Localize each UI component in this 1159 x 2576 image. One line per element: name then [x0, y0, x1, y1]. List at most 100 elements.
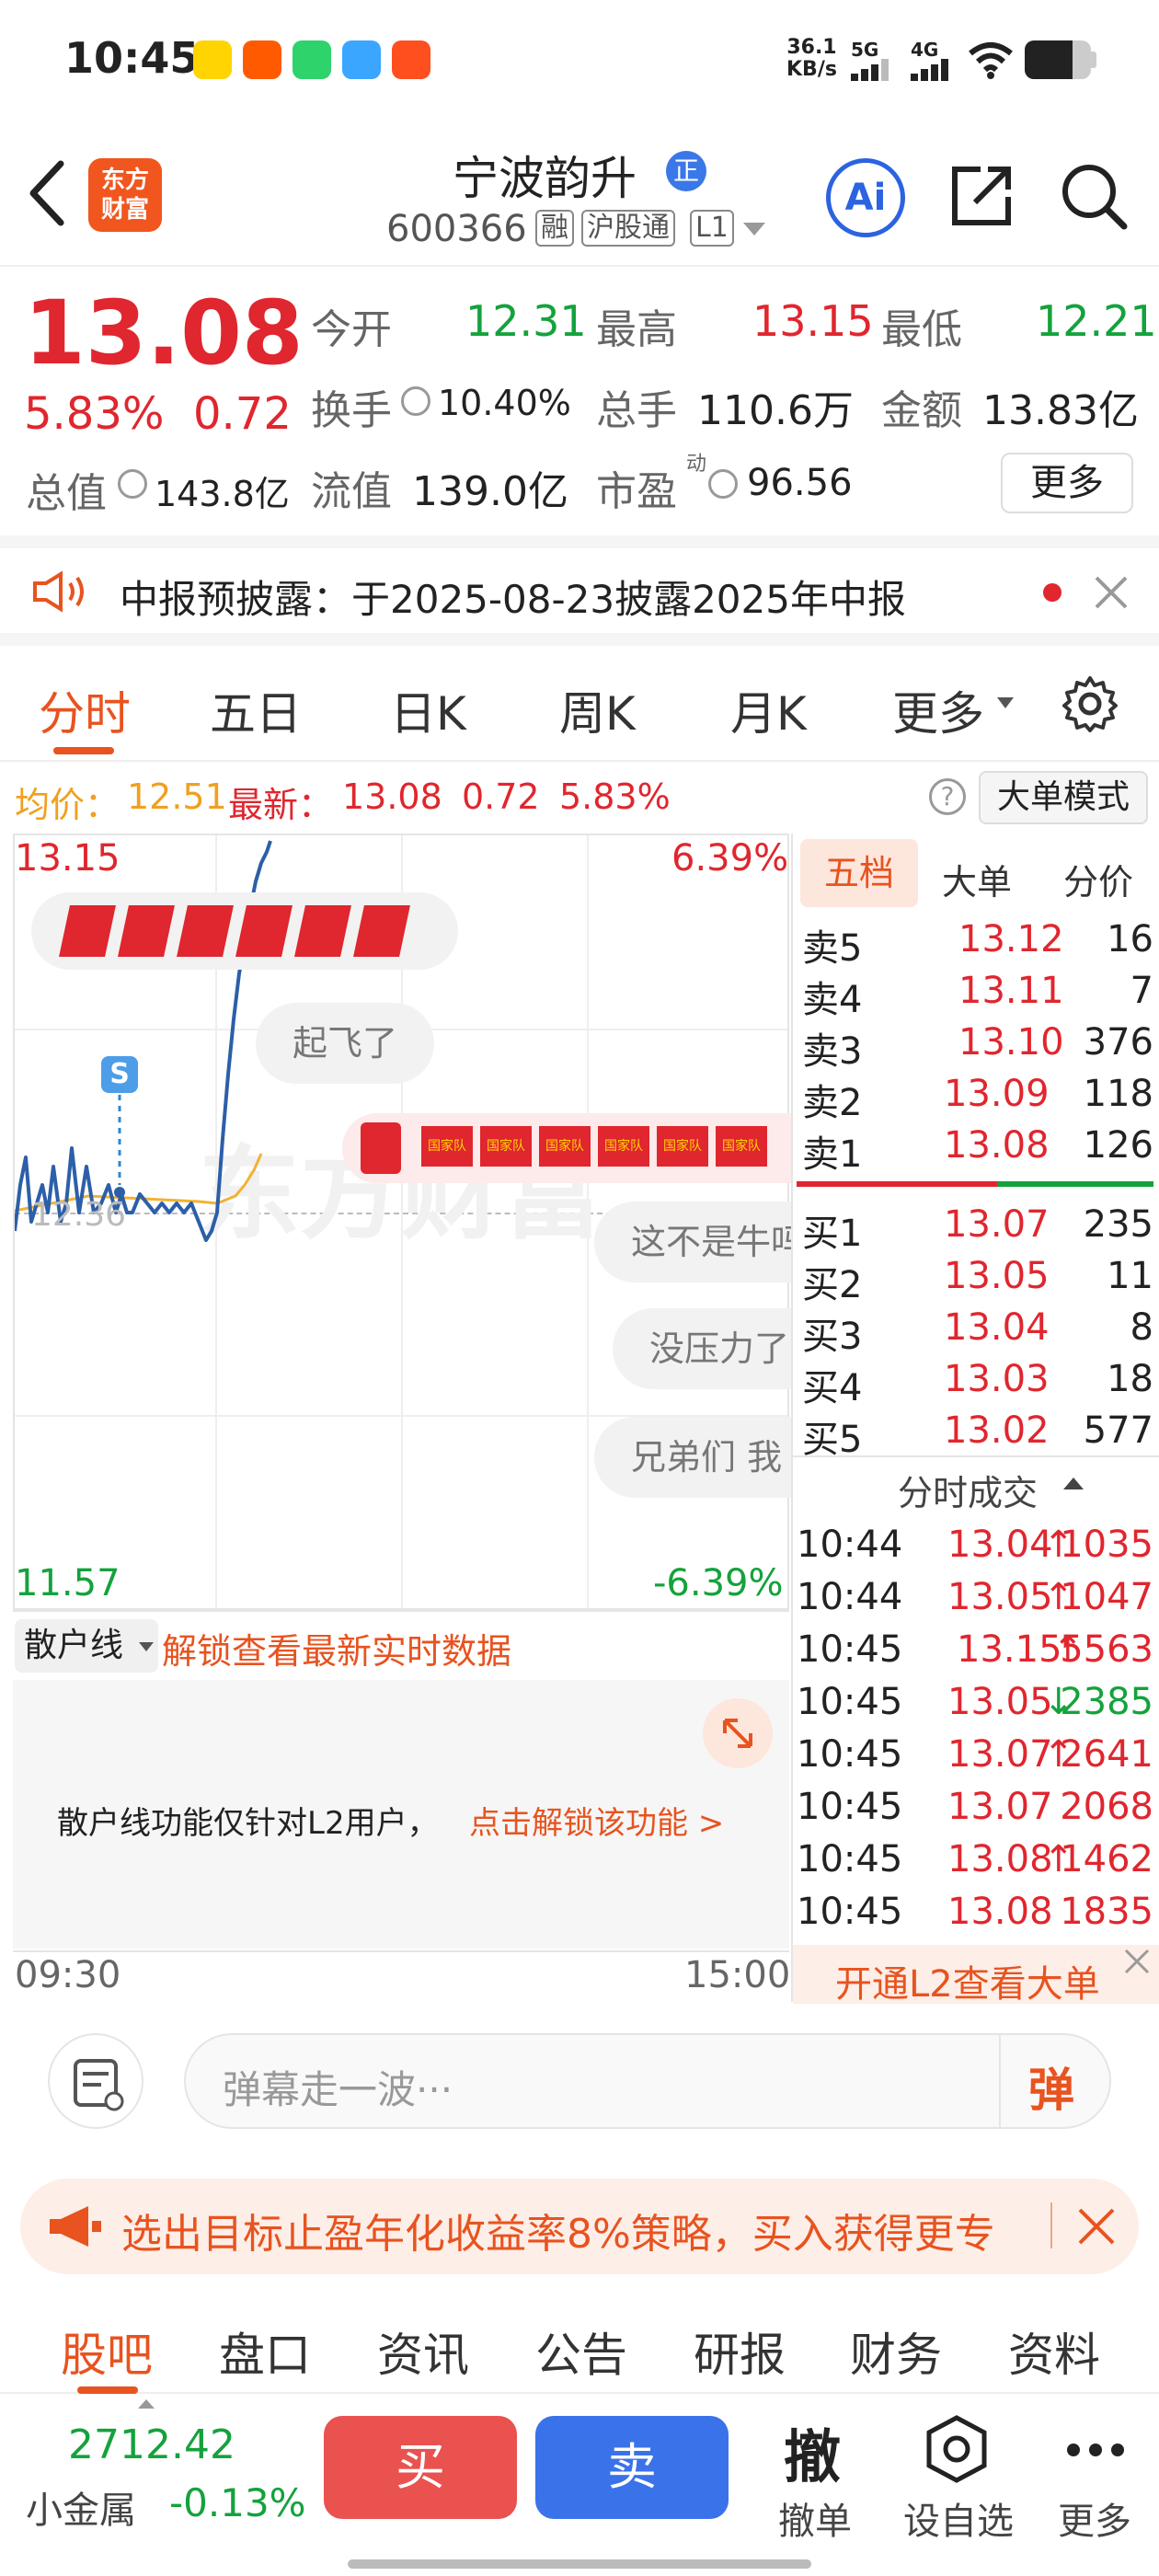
turnover-value: 10.40% — [438, 383, 571, 423]
home-indicator — [348, 2559, 811, 2569]
more-dots-icon[interactable] — [1111, 2444, 1124, 2456]
tab-intraday[interactable]: 分时 — [39, 677, 131, 743]
bid-row-1: 买1 13.07 235 — [797, 1203, 1153, 1255]
tab-news[interactable]: 资讯 — [377, 2318, 469, 2385]
flag-icon — [118, 905, 175, 957]
close-icon[interactable] — [1076, 2206, 1117, 2247]
sector-index-value[interactable]: 2712.42 — [68, 2421, 235, 2468]
tick-volume: 1462 — [1060, 1838, 1153, 1880]
retail-line-select[interactable]: 散户线 — [15, 1619, 158, 1673]
signal-4g-icon — [911, 59, 951, 81]
mcap-label: 总值 — [26, 470, 107, 517]
notice-bar[interactable]: 中报预披露：于2025-08-23披露2025年中报 — [0, 535, 1159, 646]
flag-icon — [177, 905, 234, 957]
danmu-bubble: 兄弟们 我 — [594, 1417, 791, 1498]
select-caret-icon — [139, 1642, 155, 1651]
l2-upgrade-banner[interactable]: 开通L2查看大单 — [793, 1945, 1159, 2006]
sell-button[interactable]: 卖 — [535, 2416, 729, 2519]
tab-research[interactable]: 研报 — [694, 2318, 786, 2385]
danmu-send-button[interactable]: 弹 — [1028, 2053, 1074, 2120]
ask-price: 13.08 — [944, 1124, 1050, 1167]
flag-icon — [353, 905, 410, 957]
tab-more[interactable]: 更多 — [892, 677, 984, 743]
tab-level5[interactable]: 五档 — [800, 839, 918, 907]
cancel-order-icon[interactable]: 撤 — [784, 2410, 841, 2493]
tab-announcements[interactable]: 公告 — [535, 2318, 627, 2385]
national-team-flag-icon: 国家队 — [657, 1126, 708, 1167]
ask-label: 卖3 — [802, 1030, 863, 1073]
tab-large-orders[interactable]: 大单 — [942, 854, 1012, 904]
tab-market-depth[interactable]: 盘口 — [219, 2318, 311, 2385]
danmu-flag-bubble: 国家队 国家队 国家队 国家队 国家队 国家队 — [342, 1113, 791, 1183]
help-icon[interactable]: ? — [929, 778, 966, 815]
notice-text: 中报预披露：于2025-08-23披露2025年中报 — [120, 577, 906, 622]
search-icon[interactable] — [1058, 160, 1131, 234]
tick-volume: 2068 — [1060, 1786, 1153, 1828]
more-label[interactable]: 更多 — [1058, 2491, 1131, 2545]
retail-line-select-value: 散户线 — [24, 1627, 124, 1664]
share-icon[interactable] — [947, 160, 1017, 230]
battery-icon — [1025, 40, 1091, 79]
app-notification-icon — [193, 40, 232, 79]
tab-monthly-k[interactable]: 月K — [730, 677, 807, 743]
national-team-flag-icon: 国家队 — [716, 1126, 767, 1167]
retail-unlock-link[interactable]: 点击解锁该功能 > — [469, 1798, 724, 1843]
intraday-chart[interactable]: 东方财富 S 13.15 12.36 11.57 6.39% -6.39% 起飞… — [13, 834, 791, 1610]
y-axis-low: 11.57 — [15, 1562, 120, 1604]
ask-volume: 118 — [1083, 1073, 1153, 1115]
turnover-dots-icon[interactable] — [401, 386, 430, 416]
add-watchlist-label[interactable]: 设自选 — [903, 2491, 1014, 2545]
pe-dots-icon[interactable] — [708, 469, 738, 499]
flag-icon — [235, 905, 293, 957]
trade-bar: 2712.42 小金属 -0.13% 买 卖 撤 撤单 设自选 更多 — [0, 2396, 1159, 2576]
caret-down-icon[interactable] — [743, 223, 765, 236]
promo-banner[interactable]: 选出目标止盈年化收益率8%策略，买入获得更专 — [20, 2179, 1139, 2274]
tab-weekly-k[interactable]: 周K — [559, 677, 636, 743]
ask-volume: 376 — [1083, 1021, 1153, 1064]
tick-time: 10:45 — [797, 1891, 903, 1933]
danmu-settings-icon[interactable] — [48, 2033, 143, 2129]
tab-profile[interactable]: 资料 — [1008, 2318, 1100, 2385]
expand-icon[interactable] — [703, 1698, 773, 1768]
tab-five-day[interactable]: 五日 — [210, 677, 302, 743]
stock-code: 600366 — [386, 208, 527, 250]
bid-price: 13.05 — [944, 1255, 1050, 1297]
back-arrow-icon[interactable] — [24, 158, 70, 228]
latest-percent: 5.83% — [559, 776, 671, 817]
danmu-input[interactable]: 弹幕走一波··· 弹 — [184, 2033, 1111, 2129]
close-icon[interactable] — [1120, 1945, 1153, 1978]
tick-volume: 2641 — [1060, 1733, 1153, 1776]
logo-line2: 财富 — [100, 196, 149, 224]
cancel-order-label[interactable]: 撤单 — [778, 2491, 852, 2545]
tab-price-dist[interactable]: 分价 — [1063, 854, 1133, 904]
tab-forum[interactable]: 股吧 — [61, 2318, 153, 2385]
ask-volume: 7 — [1130, 970, 1153, 1012]
privacy-dots-icon[interactable] — [118, 469, 147, 499]
ai-button[interactable]: Ai — [826, 158, 905, 237]
more-dots-icon[interactable] — [1067, 2444, 1080, 2456]
close-icon[interactable] — [1093, 574, 1130, 611]
danmu-bubble: 没压力了 — [613, 1308, 791, 1389]
settings-gear-icon[interactable] — [1060, 673, 1120, 734]
large-order-mode-button[interactable]: 大单模式 — [979, 771, 1148, 824]
sector-name[interactable]: 小金属 — [26, 2480, 136, 2534]
index-expand-caret-icon[interactable] — [138, 2399, 155, 2409]
ticks-sort-caret-icon[interactable] — [1063, 1478, 1084, 1489]
more-dots-icon[interactable] — [1089, 2444, 1102, 2456]
signal-marker[interactable]: S — [101, 1056, 138, 1093]
more-quote-button[interactable]: 更多 — [1001, 453, 1133, 513]
signal-5g-icon — [851, 59, 891, 81]
net-speed: 36.1 KB/s — [786, 37, 837, 81]
tab-financials[interactable]: 财务 — [850, 2318, 942, 2385]
buy-button[interactable]: 买 — [324, 2416, 517, 2519]
tick-row: 10:45 13.15 ↑ 5563 — [797, 1628, 1153, 1681]
add-watchlist-icon[interactable] — [920, 2412, 993, 2486]
unlock-link[interactable]: 解锁查看最新实时数据 — [162, 1623, 511, 1673]
tab-daily-k[interactable]: 日K — [390, 677, 466, 743]
tick-time: 10:45 — [797, 1786, 903, 1828]
tick-price: 13.07 — [947, 1786, 1053, 1828]
ticks-title[interactable]: 分时成交 — [898, 1465, 1038, 1515]
danmu-bubble: 起飞了 — [256, 1003, 435, 1084]
avg-label: 均价： — [15, 785, 120, 825]
y-axis-high: 13.15 — [15, 837, 120, 880]
